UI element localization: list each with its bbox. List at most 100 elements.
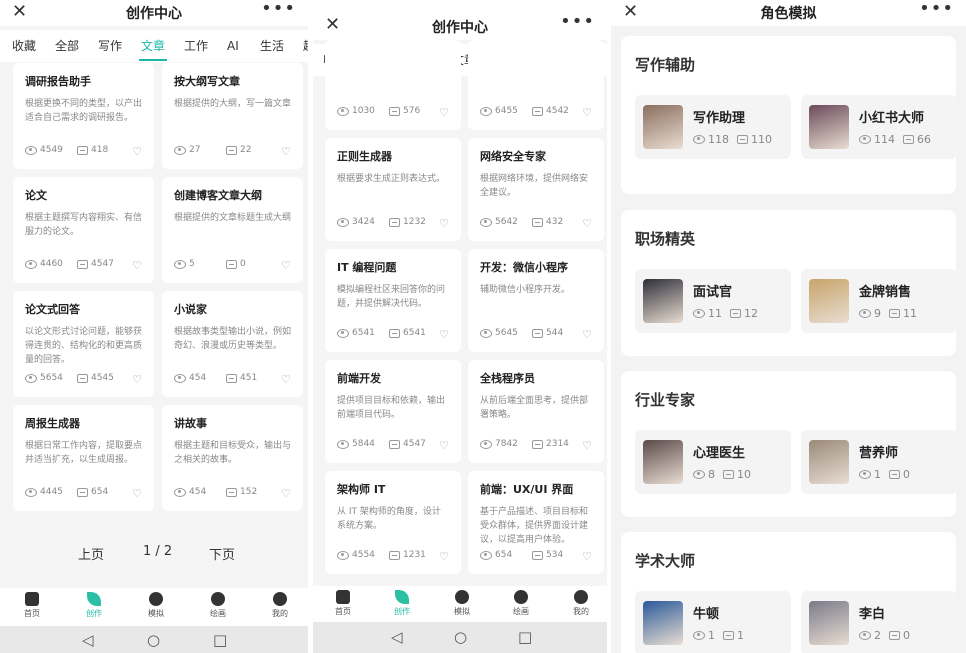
comment-count: 4547 [77, 259, 114, 269]
view-count: 7842 [480, 439, 518, 449]
favorite-icon[interactable]: ♡ [132, 145, 142, 158]
comment-icon [389, 328, 400, 338]
tab-2[interactable]: 写作 [98, 30, 122, 62]
tool-card[interactable]: IT 编程问题 模拟编程社区来回答你的问题，并提供解决代码。 6541 6541 ♡ [325, 249, 461, 352]
tool-card[interactable]: 按大纲写文章 根据提供的大纲，写一篇文章 27 22 ♡ [162, 63, 303, 169]
prev-page-button[interactable]: 上页 [78, 544, 104, 563]
next-page-button[interactable]: 下页 [209, 544, 235, 563]
avatar [809, 105, 849, 149]
role-card[interactable]: 金牌销售 9 11 [801, 269, 957, 333]
nav-item-1[interactable]: 创作 [69, 592, 119, 619]
home-icon[interactable]: ○ [147, 631, 160, 649]
view-count-value: 4549 [40, 145, 63, 155]
favorite-icon[interactable]: ♡ [439, 439, 449, 452]
tab-3[interactable]: 文章 [138, 30, 168, 62]
tool-card[interactable]: 开发：微信小程序 辅助微信小程序开发。 5645 544 ♡ [468, 249, 604, 352]
favorite-icon[interactable]: ♡ [439, 550, 449, 563]
comment-icon [389, 217, 400, 227]
back-icon[interactable]: ◁ [391, 628, 403, 646]
nav-item-2[interactable]: 模拟 [437, 590, 487, 617]
favorite-icon[interactable]: ♡ [439, 217, 449, 230]
tool-card[interactable]: 1030 576 ♡ [325, 40, 461, 130]
view-count: 4549 [25, 145, 63, 155]
view-count-value: 2 [874, 629, 881, 642]
favorite-icon[interactable]: ♡ [439, 328, 449, 341]
tool-card-title: 架构师 IT [337, 483, 386, 496]
nav-item-3[interactable]: 绘画 [496, 590, 546, 617]
tab-5[interactable]: AI [227, 30, 239, 62]
tool-card[interactable]: 前端开发 提供项目目标和依赖，输出前端项目代码。 5844 4547 ♡ [325, 360, 461, 463]
nav-item-1[interactable]: 创作 [377, 590, 427, 617]
nav-item-2[interactable]: 模拟 [131, 592, 181, 619]
tool-card[interactable]: 小说家 根据故事类型输出小说，例如奇幻、浪漫或历史等类型。 454 451 ♡ [162, 291, 303, 397]
favorite-icon[interactable]: ♡ [281, 145, 291, 158]
home-icon [25, 592, 39, 606]
recents-icon[interactable]: □ [213, 631, 227, 649]
tool-card[interactable]: 网络安全专家 根据网络环境，提供网络安全建议。 5642 432 ♡ [468, 138, 604, 241]
role-card[interactable]: 心理医生 8 10 [635, 430, 791, 494]
tab-6[interactable]: 生活 [260, 30, 284, 62]
tool-card[interactable]: 前端：UX/UI 界面 基于产品描述、项目目标和受众群体，提供界面设计建议，以提高… [468, 471, 604, 574]
tool-card[interactable]: 讲故事 根据主题和目标受众，输出与之相关的故事。 454 152 ♡ [162, 405, 303, 511]
tool-card[interactable]: 架构师 IT 从 IT 架构师的角度，设计系统方案。 4554 1231 ♡ [325, 471, 461, 574]
role-card[interactable]: 面试官 11 12 [635, 269, 791, 333]
comment-count: 11 [889, 307, 917, 320]
avatar [643, 105, 683, 149]
view-count-value: 7842 [495, 439, 518, 449]
favorite-icon[interactable]: ♡ [281, 373, 291, 386]
comment-count: 66 [903, 133, 931, 146]
favorite-icon[interactable]: ♡ [582, 328, 592, 341]
tool-card[interactable]: 调研报告助手 根据更换不同的类型，以产出适合自己需求的调研报告。 4549 418 ♡ [13, 63, 154, 169]
tool-card[interactable]: 6455 4542 ♡ [468, 40, 604, 130]
tool-card[interactable]: 论文式回答 以论文形式讨论问题，能够获得连贯的、结构化的和更高质量的回答。 5654… [13, 291, 154, 397]
profile-icon [574, 590, 588, 604]
tool-card[interactable]: 全栈程序员 从前后端全面思考，提供部署策略。 7842 2314 ♡ [468, 360, 604, 463]
tool-card[interactable]: 周报生成器 根据日常工作内容，提取要点并适当扩充，以生成周报。 4445 654 ♡ [13, 405, 154, 511]
role-card[interactable]: 小红书大师 114 66 [801, 95, 957, 159]
more-icon[interactable]: ••• [261, 0, 296, 19]
tool-card[interactable]: 正则生成器 根据要求生成正则表达式。 3424 1232 ♡ [325, 138, 461, 241]
favorite-icon[interactable]: ♡ [582, 550, 592, 563]
tool-card[interactable]: 论文 根据主题撰写内容翔实、有信服力的论文。 4460 4547 ♡ [13, 177, 154, 283]
favorite-icon[interactable]: ♡ [582, 439, 592, 452]
favorite-icon[interactable]: ♡ [132, 487, 142, 500]
more-icon[interactable]: ••• [560, 11, 595, 32]
favorite-icon[interactable]: ♡ [132, 373, 142, 386]
nav-item-0[interactable]: 首页 [318, 590, 368, 617]
more-icon[interactable]: ••• [919, 0, 954, 19]
nav-item-4[interactable]: 我的 [556, 590, 606, 617]
tab-1[interactable]: 全部 [55, 30, 79, 62]
favorite-icon[interactable]: ♡ [281, 259, 291, 272]
nav-item-0[interactable]: 首页 [7, 592, 57, 619]
favorite-icon[interactable]: ♡ [582, 106, 592, 119]
favorite-icon[interactable]: ♡ [281, 487, 291, 500]
tool-card[interactable]: 创建博客文章大纲 根据提供的文章标题生成大纲 5 0 ♡ [162, 177, 303, 283]
role-stats: 11 12 [693, 307, 766, 320]
view-count-value: 118 [708, 133, 729, 146]
nav-item-4[interactable]: 我的 [255, 592, 305, 619]
role-card[interactable]: 牛顿 1 1 [635, 591, 791, 653]
view-count-value: 5654 [40, 373, 63, 383]
role-card[interactable]: 营养师 1 0 [801, 430, 957, 494]
tab-4[interactable]: 工作 [184, 30, 208, 62]
back-icon[interactable]: ◁ [82, 631, 94, 649]
nav-item-3[interactable]: 绘画 [193, 592, 243, 619]
home-icon[interactable]: ○ [454, 628, 467, 646]
eye-icon [859, 631, 871, 640]
tab-0[interactable]: 收藏 [12, 30, 36, 62]
tool-card-title: 网络安全专家 [480, 150, 546, 163]
recents-icon[interactable]: □ [518, 628, 532, 646]
view-count-value: 4554 [352, 550, 375, 560]
nav-item-label: 首页 [24, 609, 40, 618]
favorite-icon[interactable]: ♡ [439, 106, 449, 119]
favorite-icon[interactable]: ♡ [582, 217, 592, 230]
tool-card-stats: 5844 4547 ♡ [337, 439, 449, 453]
role-card[interactable]: 李白 2 0 [801, 591, 957, 653]
eye-icon [337, 217, 349, 227]
view-count: 1 [693, 629, 715, 642]
tab-7[interactable]: 趣味 [303, 30, 308, 62]
nav-item-label: 模拟 [148, 609, 164, 618]
favorite-icon[interactable]: ♡ [132, 259, 142, 272]
eye-icon [693, 470, 705, 479]
role-card[interactable]: 写作助理 118 110 [635, 95, 791, 159]
